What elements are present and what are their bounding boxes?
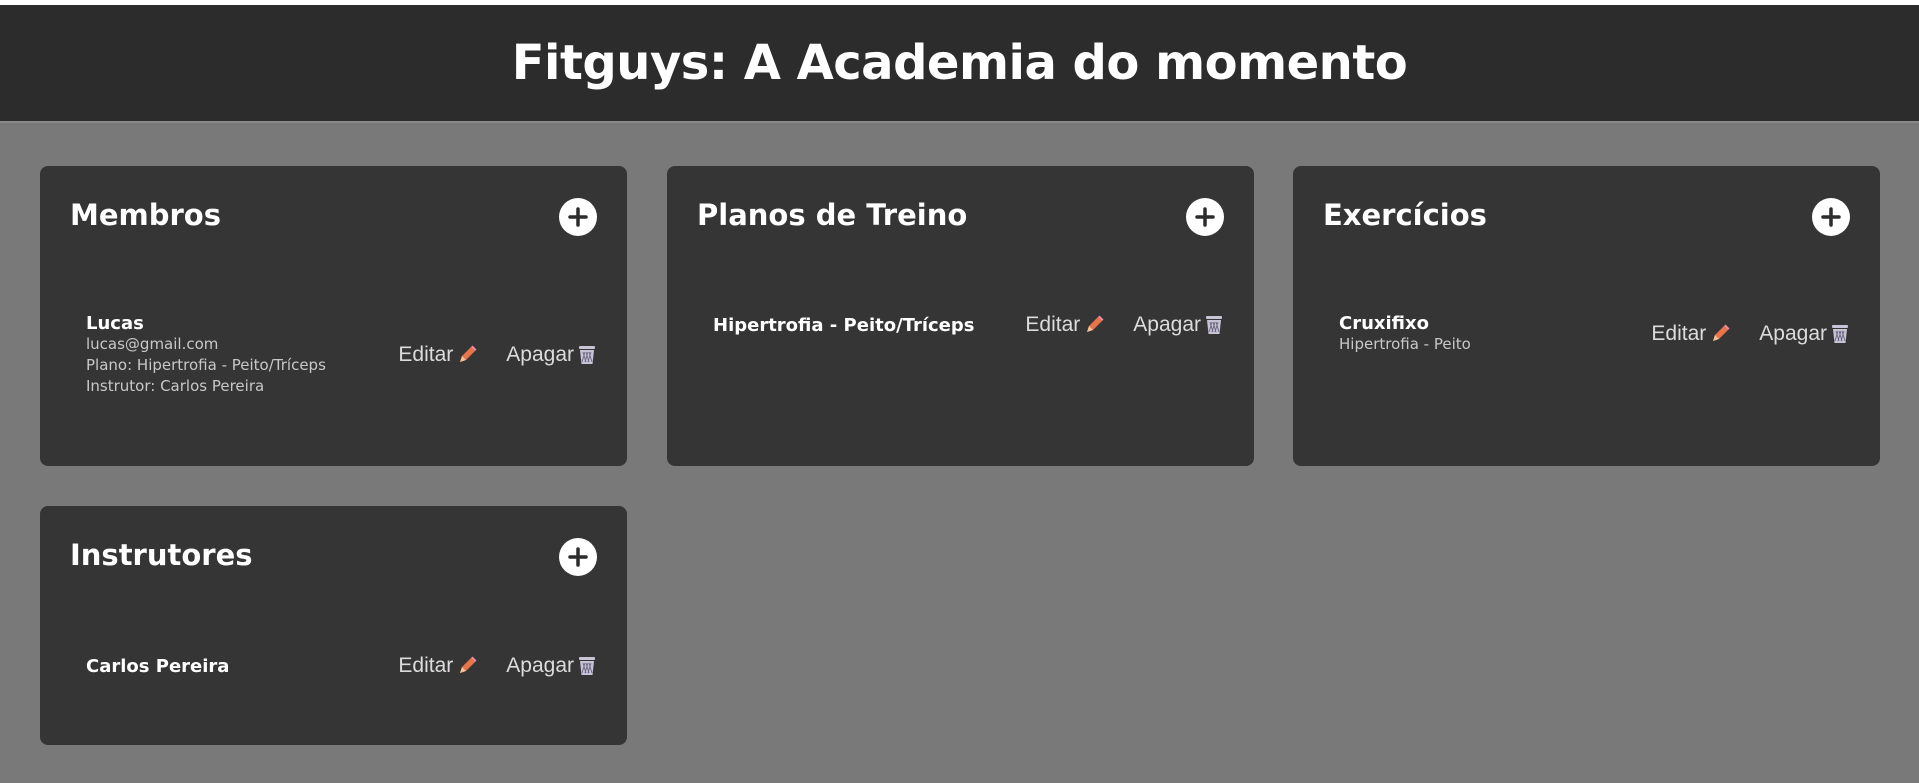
edit-button[interactable]: Editar	[398, 654, 478, 678]
delete-label: Apagar	[506, 343, 574, 366]
pencil-icon	[456, 655, 478, 677]
exercise-detail: Hipertrofia - Peito	[1339, 335, 1471, 353]
delete-label: Apagar	[1133, 313, 1201, 336]
delete-label: Apagar	[1759, 322, 1827, 345]
delete-button[interactable]: Apagar	[1759, 322, 1850, 346]
add-instructor-button[interactable]	[559, 538, 597, 576]
member-email: lucas@gmail.com	[86, 335, 219, 353]
member-info: Lucas lucas@gmail.com Plano: Hipertrofia…	[86, 313, 370, 397]
add-exercise-button[interactable]	[1812, 198, 1850, 236]
wastebasket-icon	[1830, 323, 1850, 345]
delete-label: Apagar	[506, 654, 574, 677]
delete-button[interactable]: Apagar	[506, 343, 597, 367]
plan-name: Hipertrofia - Peito/Tríceps	[713, 314, 975, 336]
pencil-icon	[456, 344, 478, 366]
plus-icon	[1821, 207, 1841, 227]
wastebasket-icon	[577, 655, 597, 677]
exercises-card: Exercícios Cruxifixo Hipertrofia - Peito…	[1293, 166, 1880, 466]
wastebasket-icon	[577, 344, 597, 366]
edit-button[interactable]: Editar	[1025, 313, 1105, 337]
instructors-card: Instrutores Carlos Pereira Editar Apagar	[40, 506, 627, 745]
edit-label: Editar	[1025, 313, 1081, 336]
add-member-button[interactable]	[559, 198, 597, 236]
add-plan-button[interactable]	[1186, 198, 1224, 236]
exercise-info: Cruxifixo Hipertrofia - Peito	[1339, 313, 1623, 355]
exercise-name: Cruxifixo	[1339, 313, 1429, 334]
delete-button[interactable]: Apagar	[1133, 313, 1224, 337]
delete-button[interactable]: Apagar	[506, 654, 597, 678]
plus-icon	[568, 207, 588, 227]
exercises-title: Exercícios	[1323, 198, 1487, 232]
training-plans-card: Planos de Treino Hipertrofia - Peito/Trí…	[667, 166, 1254, 466]
item-actions: Editar Apagar	[997, 313, 1224, 337]
edit-button[interactable]: Editar	[398, 343, 478, 367]
edit-label: Editar	[398, 343, 454, 366]
list-item: Lucas lucas@gmail.com Plano: Hipertrofia…	[86, 313, 597, 397]
list-item: Hipertrofia - Peito/Tríceps Editar Apaga…	[713, 313, 1224, 337]
pencil-icon	[1709, 323, 1731, 345]
edit-label: Editar	[398, 654, 454, 677]
item-actions: Editar Apagar	[1623, 322, 1850, 346]
wastebasket-icon	[1204, 314, 1224, 336]
member-plan: Plano: Hipertrofia - Peito/Tríceps	[86, 356, 326, 374]
members-title: Membros	[70, 198, 221, 232]
page-header: Fitguys: A Academia do momento	[0, 5, 1919, 123]
list-item: Cruxifixo Hipertrofia - Peito Editar Apa…	[1339, 313, 1850, 355]
plan-info: Hipertrofia - Peito/Tríceps	[713, 315, 997, 336]
list-item: Carlos Pereira Editar Apagar	[86, 654, 597, 678]
instructors-title: Instrutores	[70, 538, 253, 572]
plus-icon	[568, 547, 588, 567]
item-actions: Editar Apagar	[370, 654, 597, 678]
member-instructor: Instrutor: Carlos Pereira	[86, 377, 265, 395]
training-plans-title: Planos de Treino	[697, 198, 968, 232]
page-title: Fitguys: A Academia do momento	[511, 35, 1408, 91]
pencil-icon	[1083, 314, 1105, 336]
instructor-info: Carlos Pereira	[86, 656, 370, 677]
plus-icon	[1195, 207, 1215, 227]
instructor-name: Carlos Pereira	[86, 655, 230, 677]
edit-label: Editar	[1651, 322, 1707, 345]
member-name: Lucas	[86, 313, 144, 334]
edit-button[interactable]: Editar	[1651, 322, 1731, 346]
members-card: Membros Lucas lucas@gmail.com Plano: Hip…	[40, 166, 627, 466]
item-actions: Editar Apagar	[370, 343, 597, 367]
